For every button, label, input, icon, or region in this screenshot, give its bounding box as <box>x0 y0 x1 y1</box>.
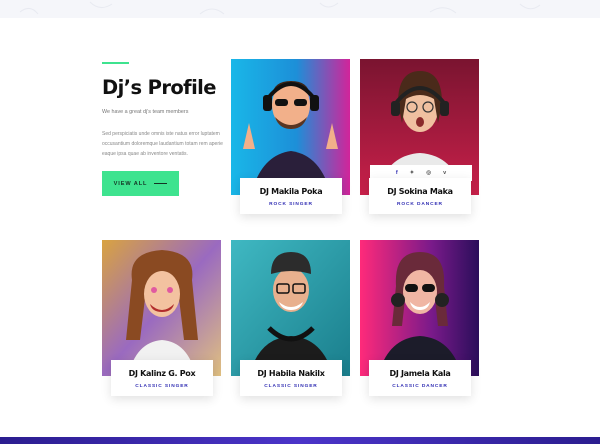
dj-role: CLASSIC SINGER <box>264 384 318 389</box>
dj-photo <box>360 240 479 376</box>
accent-line <box>102 62 129 64</box>
dj-name: DJ Makila Poka <box>259 187 323 196</box>
dj-label-4: DJ Habila Nakilx CLASSIC SINGER <box>240 360 342 396</box>
dj-name: DJ Kalinz G. Pox <box>128 369 196 378</box>
section-subtitle: We have a great dj’s team members <box>102 109 189 115</box>
dj-card-3[interactable] <box>102 240 221 376</box>
dj-label-3: DJ Kalinz G. Pox CLASSIC SINGER <box>111 360 213 396</box>
dj-card-5[interactable] <box>360 240 479 376</box>
page-title: Dj’s Profile <box>102 76 216 99</box>
intro-section: Dj’s Profile We have a great dj’s team m… <box>102 62 224 159</box>
dj-role: ROCK SINGER <box>269 202 313 207</box>
dj-name: DJ Habila Nakilx <box>257 369 325 378</box>
view-all-button[interactable]: VIEW ALL <box>102 171 179 196</box>
view-all-label: VIEW ALL <box>113 180 148 187</box>
dj-role: ROCK DANCER <box>397 202 443 207</box>
dj-photo <box>102 240 221 376</box>
dj-name: DJ Sokina Maka <box>387 187 453 196</box>
dj-role: CLASSIC SINGER <box>135 384 189 389</box>
section-description: Sed perspiciatis unde omnis iste natus e… <box>102 131 223 157</box>
dj-role: CLASSIC DANCER <box>392 384 448 389</box>
dj-card-1[interactable] <box>231 59 350 195</box>
twitter-icon[interactable]: ✦ <box>410 170 415 176</box>
dj-photo <box>231 240 350 376</box>
dj-label-5: DJ Jamela Kala CLASSIC DANCER <box>369 360 471 396</box>
dj-card-4[interactable] <box>231 240 350 376</box>
dj-label-1: DJ Makila Poka ROCK SINGER <box>240 178 342 214</box>
dj-photo <box>231 59 350 195</box>
footer-bar <box>0 437 600 444</box>
vimeo-icon[interactable]: v <box>443 170 446 176</box>
dj-name: DJ Jamela Kala <box>389 369 451 378</box>
top-decorative-strip <box>0 0 600 18</box>
facebook-icon[interactable]: f <box>396 170 398 176</box>
dj-label-2: DJ Sokina Maka ROCK DANCER <box>369 178 471 214</box>
instagram-icon[interactable]: ◎ <box>426 170 431 176</box>
arrow-line-icon <box>154 183 168 184</box>
